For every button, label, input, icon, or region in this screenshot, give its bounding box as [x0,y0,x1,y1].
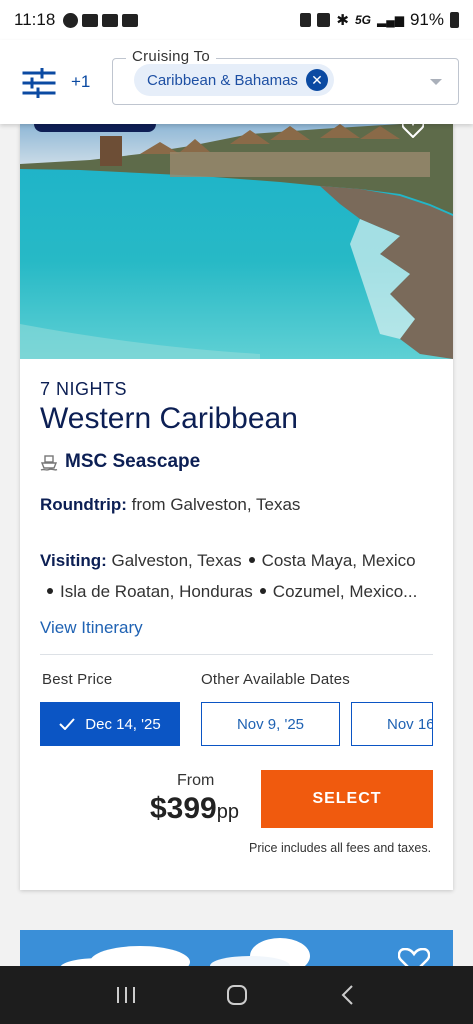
notification-icons [63,12,139,28]
port-item: Isla de Roatan, Honduras [60,582,253,601]
ship-icon [40,455,58,471]
other-dates-label: Other Available Dates [201,671,351,688]
next-cruise-card[interactable] [20,930,453,970]
home-icon [226,985,247,1005]
back-button[interactable] [335,982,361,1008]
destination-chip: Caribbean & Bahamas ✕ [134,64,334,96]
recent-apps-icon [116,987,135,1003]
network-type: 5G [354,13,371,27]
status-right: ✱ 5G ▂▄▆ 91% [300,10,459,30]
destination-chip-label: Caribbean & Bahamas [147,71,298,89]
system-nav-bar [0,966,473,1024]
filter-sliders-icon[interactable] [22,68,56,98]
home-button[interactable] [224,982,250,1008]
port-item: Galveston, Texas [111,551,242,570]
mail-icon [122,13,139,27]
nfc-icon [317,13,331,27]
visiting-ports: Visiting: Galveston, Texas Costa Maya, Me… [40,545,440,607]
chat-icon [63,12,79,28]
from-label: From [177,772,215,789]
date-option[interactable]: Nov 16, [351,702,433,746]
mail-icon [102,13,119,27]
beach-photo [20,124,453,359]
visiting-label: Visiting: [40,551,107,570]
status-time: 11:18 [14,10,56,29]
battery-level: 91% [409,10,444,29]
cruise-nights: 7 NIGHTS [40,379,128,399]
date-option[interactable]: Nov 9, '25 [201,702,340,746]
heart-icon[interactable] [402,124,424,138]
cruise-hero-image[interactable] [20,124,453,359]
roundtrip-value: from Galveston, Texas [131,495,301,514]
battery-icon [450,12,459,28]
close-icon[interactable]: ✕ [305,69,328,91]
hero-badge [34,124,156,132]
chevron-down-icon[interactable] [430,79,442,85]
view-itinerary-link[interactable]: View Itinerary [40,618,143,638]
date-option-best[interactable]: Dec 14, '25 [40,702,180,746]
filter-count[interactable]: +1 [71,72,90,92]
ship-row: MSC Seascape [40,451,200,473]
filter-bar: +1 Cruising To Caribbean & Bahamas ✕ [0,40,473,124]
bullet-icon [259,588,266,595]
cruise-card: 7 NIGHTS Western Caribbean MSC Seascape … [20,124,453,890]
roundtrip-label: Roundtrip: [40,495,127,514]
recent-apps-button[interactable] [113,982,139,1008]
lock-icon [300,13,312,27]
check-icon [59,718,76,730]
port-item: Cozumel, Mexico... [272,582,418,601]
price: $399pp [150,792,239,826]
price-unit: pp [216,801,239,823]
bullet-icon [248,557,255,564]
divider [40,654,433,655]
date-option-label: Nov 9, '25 [236,715,305,733]
status-bar: 11:18 ✱ 5G ▂▄▆ 91% [0,0,473,40]
roundtrip-info: Roundtrip: from Galveston, Texas [40,495,300,515]
signal-icon: ▂▄▆ [377,13,404,27]
price-amount: $399 [150,792,217,825]
best-date-label: Dec 14, '25 [85,715,161,733]
cruise-title: Western Caribbean [40,402,298,435]
port-item: Costa Maya, Mexico [261,551,416,570]
select-button[interactable]: SELECT [261,770,433,828]
sky-photo [20,930,453,970]
cruising-to-label: Cruising To [126,48,217,65]
ship-name: MSC Seascape [65,451,201,472]
mail-icon [82,13,99,27]
date-option-label: Nov 16, [387,715,432,733]
fees-note: Price includes all fees and taxes. [249,841,432,855]
best-price-label: Best Price [42,671,113,688]
bullet-icon [47,588,53,595]
bluetooth-icon: ✱ [336,12,349,29]
back-icon [341,985,353,1005]
